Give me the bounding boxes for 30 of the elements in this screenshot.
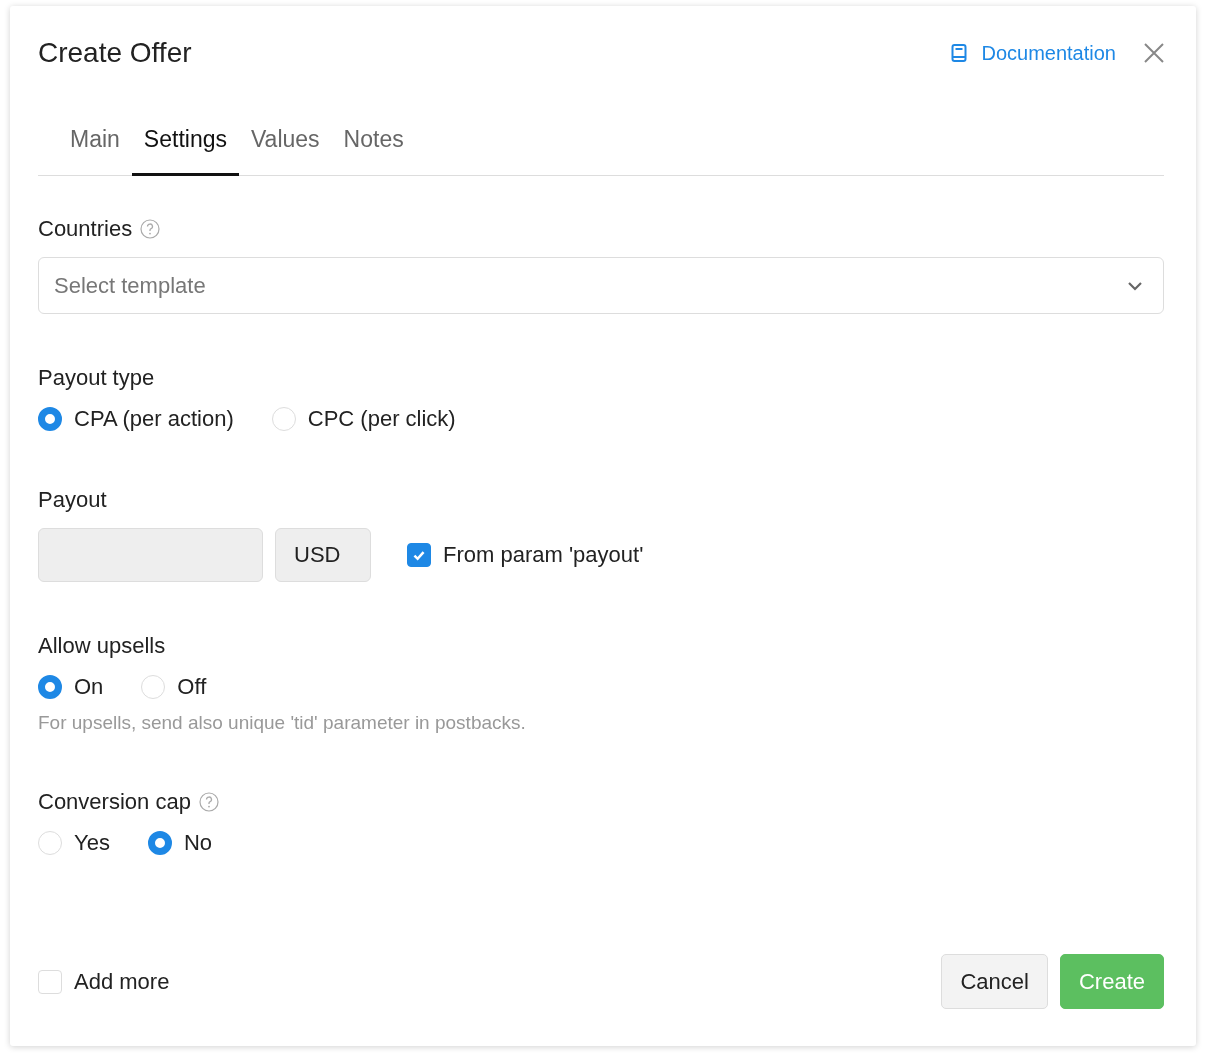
- radio-label: On: [74, 674, 104, 700]
- radio-label: Yes: [74, 830, 110, 856]
- field-label: Payout: [38, 487, 107, 513]
- radio-button[interactable]: [38, 675, 62, 699]
- cancel-button[interactable]: Cancel: [941, 954, 1048, 1009]
- radio-button[interactable]: [38, 407, 62, 431]
- radio-label: Off: [177, 674, 207, 700]
- help-icon[interactable]: [198, 792, 219, 812]
- field-label: Allow upsells: [38, 633, 166, 659]
- documentation-link[interactable]: Documentation: [951, 41, 1116, 65]
- radio-label: No: [183, 830, 212, 856]
- tab[interactable]: Values: [238, 126, 332, 176]
- radio-button[interactable]: [147, 831, 172, 855]
- tab[interactable]: Notes: [331, 126, 416, 176]
- close-icon[interactable]: [1144, 43, 1164, 63]
- radio-label: CPC (per click): [307, 406, 456, 432]
- book-icon: [951, 44, 968, 62]
- chevron-down-icon: [1127, 280, 1143, 291]
- countries-select[interactable]: Select template: [38, 257, 1164, 314]
- dialog-title: Create Offer: [38, 37, 193, 69]
- radio-label: CPA (per action): [74, 406, 234, 432]
- help-icon[interactable]: [140, 219, 161, 239]
- hint-text: For upsells, send also unique 'tid' parameter in postbacks.: [38, 712, 527, 734]
- field-label: Conversion cap: [38, 789, 191, 815]
- checkbox-label: Add more: [74, 968, 170, 995]
- field-label: Countries: [38, 216, 133, 242]
- field-label: Payout type: [38, 365, 155, 391]
- tab[interactable]: Settings: [131, 126, 239, 176]
- tab[interactable]: Main: [58, 126, 132, 176]
- checkbox-label: From param 'payout': [443, 542, 644, 568]
